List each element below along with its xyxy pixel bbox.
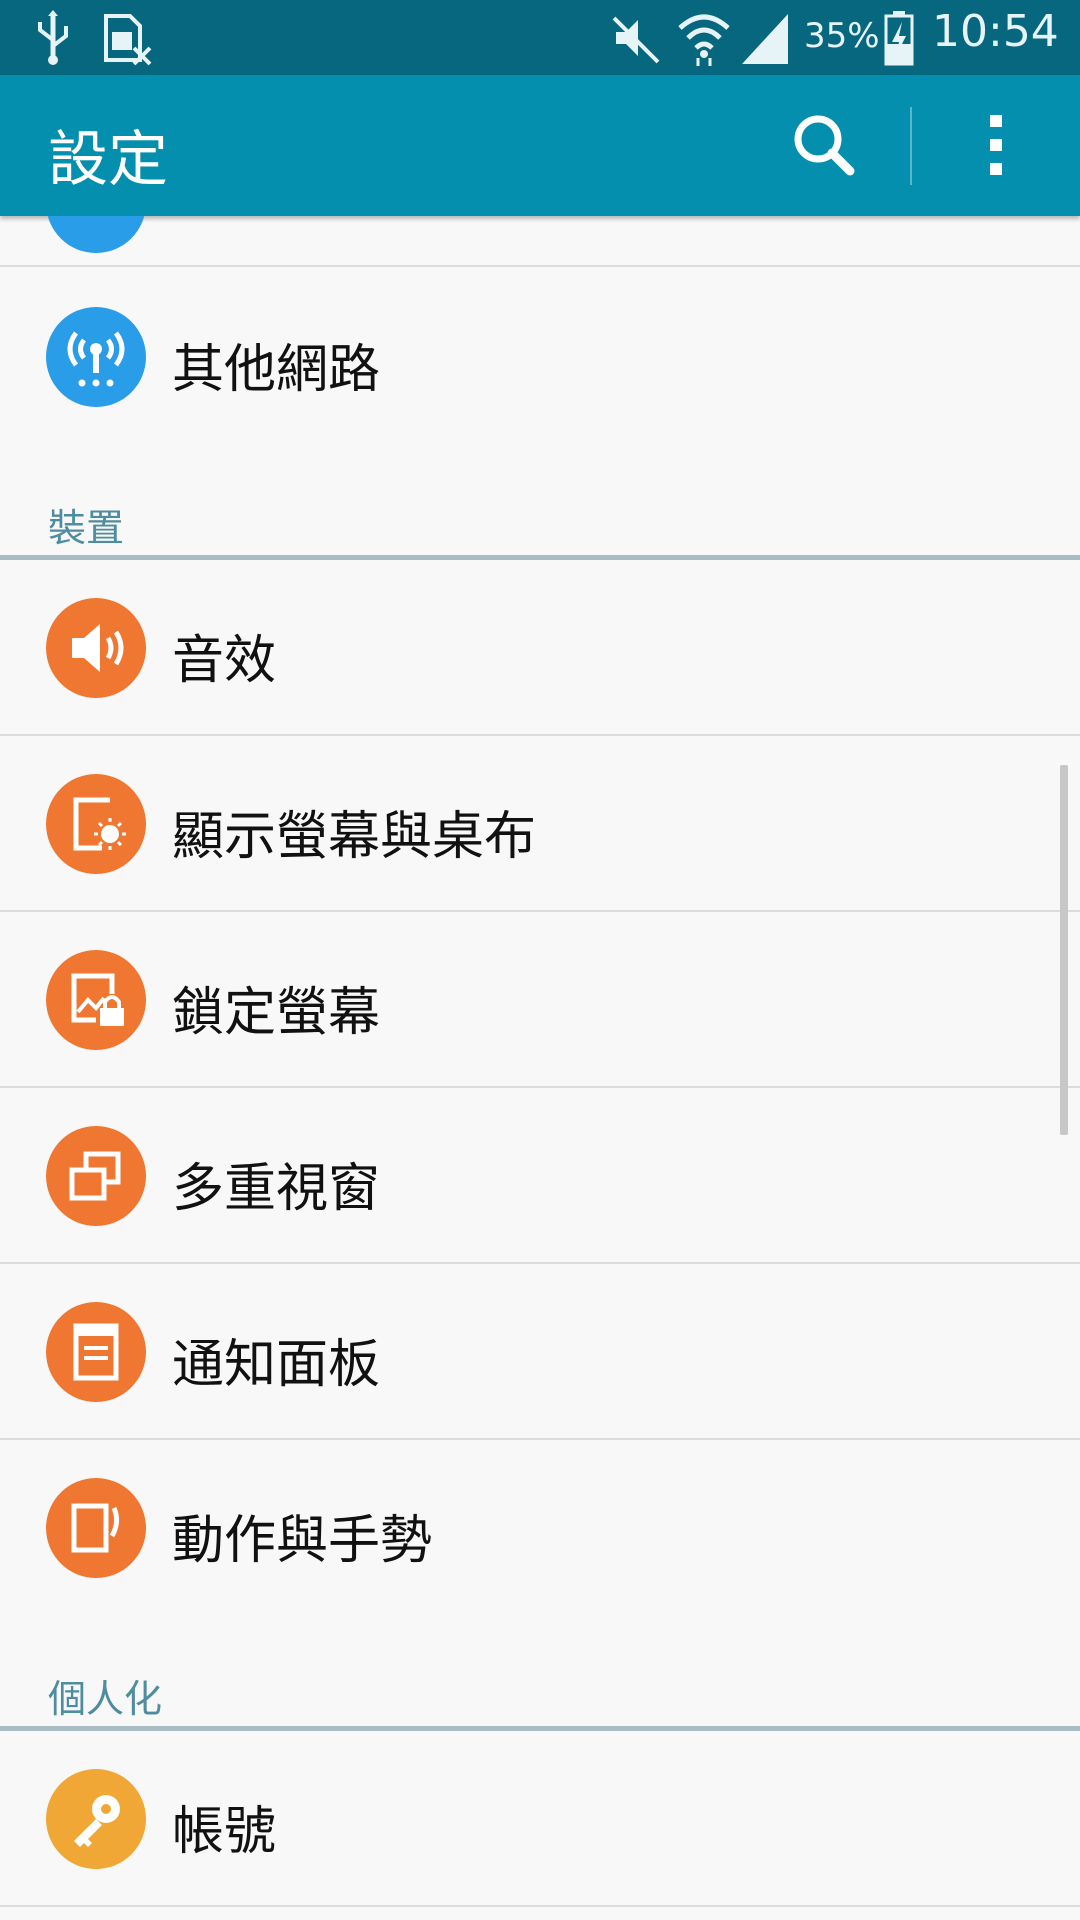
settings-item-label: 多重視窗 <box>172 1159 381 1219</box>
page-title: 設定 <box>48 125 168 195</box>
search-button[interactable] <box>784 105 864 185</box>
settings-item-label: 通知面板 <box>172 1335 381 1395</box>
status-bar: 35% 10:54 <box>0 0 1080 75</box>
battery-charging-icon <box>884 11 914 66</box>
partial-item-icon <box>46 216 146 253</box>
section-header-personalization: 個人化 <box>0 1668 1080 1731</box>
settings-item-label: 帳號 <box>172 1802 277 1862</box>
key-icon <box>46 1769 146 1869</box>
more-options-icon <box>990 115 1002 175</box>
settings-item-multi-window[interactable]: 多重視窗 <box>0 1088 1080 1264</box>
more-options-button[interactable] <box>956 105 1036 185</box>
app-bar: 設定 <box>0 75 1080 216</box>
settings-item-display-wallpaper[interactable]: 顯示螢幕與桌布 <box>0 736 1080 912</box>
settings-item-notification-panel[interactable]: 通知面板 <box>0 1264 1080 1440</box>
notification-panel-icon <box>46 1302 146 1402</box>
app-bar-divider <box>910 107 912 185</box>
settings-item-other-networks[interactable]: 其他網路 <box>0 269 1080 445</box>
usb-icon <box>38 10 68 65</box>
cell-signal-icon <box>742 14 788 64</box>
settings-item-label: 音效 <box>172 631 277 691</box>
speaker-icon <box>46 598 146 698</box>
sim-card-off-icon <box>104 14 152 66</box>
display-brightness-icon <box>46 774 146 874</box>
settings-item-sound[interactable]: 音效 <box>0 560 1080 736</box>
settings-item-label: 鎖定螢幕 <box>172 983 381 1043</box>
battery-percent: 35% <box>804 16 880 56</box>
mute-icon <box>612 16 660 64</box>
settings-list[interactable]: 其他網路 裝置 音效 顯示螢幕與桌布 鎖定螢幕 多重視窗 通知面板 動作與手勢 … <box>0 216 1080 1920</box>
section-title: 裝置 <box>48 506 125 550</box>
clock: 10:54 <box>932 6 1059 57</box>
settings-item-label: 其他網路 <box>172 340 381 400</box>
settings-item-label: 動作與手勢 <box>172 1511 433 1571</box>
settings-item-lock-screen[interactable]: 鎖定螢幕 <box>0 912 1080 1088</box>
settings-item-label: 顯示螢幕與桌布 <box>172 807 537 867</box>
lock-screen-icon <box>46 950 146 1050</box>
multi-window-icon <box>46 1126 146 1226</box>
wifi-icon <box>678 14 730 66</box>
settings-item-motion-gestures[interactable]: 動作與手勢 <box>0 1440 1080 1616</box>
section-title: 個人化 <box>48 1677 163 1721</box>
section-header-device: 裝置 <box>0 497 1080 560</box>
motion-gesture-icon <box>46 1478 146 1578</box>
scrollbar[interactable] <box>1060 765 1068 1135</box>
wireless-network-icon <box>46 307 146 407</box>
list-item-partial[interactable] <box>0 216 1080 267</box>
settings-item-accounts[interactable]: 帳號 <box>0 1731 1080 1907</box>
search-icon <box>794 115 855 176</box>
